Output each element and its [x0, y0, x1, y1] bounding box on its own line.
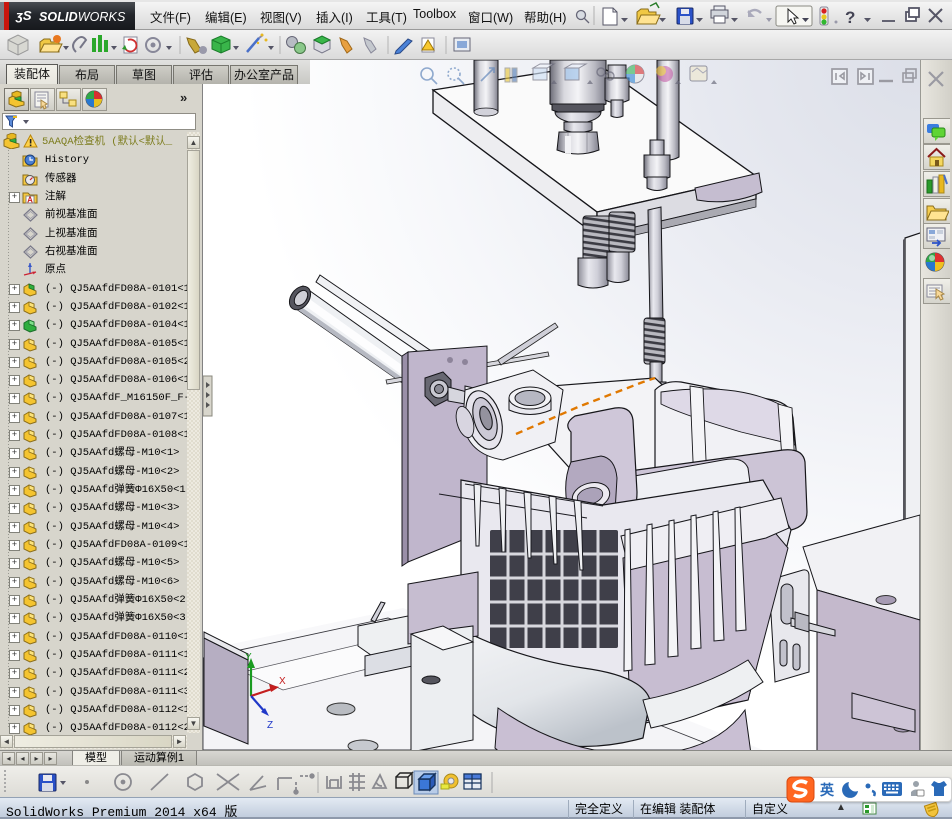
svg-text:X: X: [279, 676, 286, 687]
svg-text:?: ?: [845, 8, 855, 27]
svg-text:Y: Y: [245, 652, 252, 663]
svg-text:Z: Z: [267, 720, 273, 731]
